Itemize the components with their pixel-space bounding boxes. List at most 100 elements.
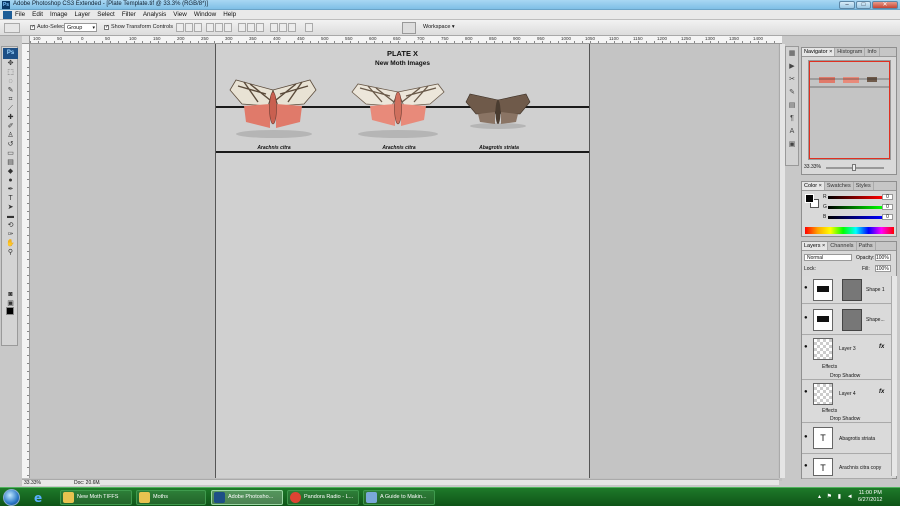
channel-g-value[interactable]: 0 (882, 204, 893, 210)
drop-shadow-label[interactable]: Drop Shadow (830, 373, 860, 379)
workspace-menu[interactable]: Workspace ▾ (423, 24, 455, 30)
auto-select-checkbox[interactable] (30, 24, 35, 30)
close-button[interactable]: ✕ (872, 1, 898, 9)
layer-row[interactable]: ● T Arachnis citra copy (802, 455, 892, 479)
taskbar-item[interactable]: A Guide to Makin... (363, 490, 435, 505)
internet-explorer-icon[interactable]: e (30, 490, 48, 505)
horizontal-ruler[interactable] (30, 36, 782, 44)
path-select-tool-icon[interactable]: ➤ (4, 204, 17, 212)
taskbar-item[interactable]: Moths (136, 490, 206, 505)
vertical-ruler[interactable] (22, 44, 30, 478)
distribute-vcenter-icon[interactable] (247, 23, 255, 32)
history-brush-icon[interactable]: ↺ (4, 141, 17, 149)
visibility-eye-icon[interactable]: ● (804, 463, 808, 469)
foreground-color-swatch[interactable] (6, 307, 14, 315)
tab-channels[interactable]: Channels (828, 242, 857, 250)
visibility-eye-icon[interactable]: ● (804, 389, 808, 395)
tab-layers[interactable]: Layers × (802, 242, 829, 250)
menu-image[interactable]: Image (50, 11, 68, 18)
moth-image-1[interactable] (228, 76, 318, 138)
layer-row[interactable]: ● T Abagrotis striata (802, 424, 892, 454)
show-transform-checkbox[interactable] (104, 24, 109, 30)
document-canvas[interactable]: PLATE X New Moth Images Arachnis citra A… (215, 44, 590, 478)
layer-row[interactable]: ● Shape... (802, 305, 892, 335)
align-bottom-icon[interactable] (194, 23, 202, 32)
channel-b-slider[interactable] (828, 216, 882, 219)
start-button[interactable] (3, 489, 20, 506)
shape-tool-icon[interactable]: ▬ (4, 213, 17, 221)
gradient-tool-icon[interactable]: ▤ (4, 159, 17, 167)
layer-effects-icon[interactable]: fx (879, 344, 884, 350)
layer-row[interactable]: ● Layer 4 fx Effects Drop Shadow (802, 381, 892, 423)
clone-stamp-icon[interactable]: ♙ (4, 132, 17, 140)
move-tool-preset-icon[interactable] (4, 23, 20, 33)
tab-histogram[interactable]: Histogram (835, 48, 866, 56)
align-hcenter-icon[interactable] (215, 23, 223, 32)
healing-brush-icon[interactable]: ✚ (4, 114, 17, 122)
navigator-view-box[interactable] (809, 61, 890, 159)
menu-edit[interactable]: Edit (32, 11, 43, 18)
actions-panel-icon[interactable]: ▶ (787, 62, 797, 71)
drop-shadow-label[interactable]: Drop Shadow (830, 416, 860, 422)
distribute-hcenter-icon[interactable] (279, 23, 287, 32)
menu-file[interactable]: File (15, 11, 25, 18)
menu-layer[interactable]: Layer (75, 11, 91, 18)
channel-r-value[interactable]: 0 (882, 194, 893, 200)
taskbar-item[interactable]: New Moth TIFFS (60, 490, 132, 505)
clone-source-icon[interactable]: ▤ (787, 101, 797, 110)
align-top-icon[interactable] (176, 23, 184, 32)
color-spectrum-ramp[interactable] (805, 227, 894, 234)
dodge-tool-icon[interactable]: ● (4, 177, 17, 185)
color-foreground-swatch[interactable] (805, 194, 814, 203)
auto-select-dropdown[interactable]: Group (64, 23, 97, 32)
menu-window[interactable]: Window (194, 11, 216, 18)
slice-tool-icon[interactable]: ⟋ (4, 105, 17, 113)
layer-effects-icon[interactable]: fx (879, 389, 884, 395)
eraser-tool-icon[interactable]: ▭ (4, 150, 17, 158)
tab-color[interactable]: Color × (802, 182, 825, 190)
navigator-preview[interactable] (808, 60, 891, 160)
brush-tool-icon[interactable]: ✐ (4, 123, 17, 131)
navigator-zoom-field[interactable]: 33.33% (804, 164, 821, 170)
ruler-origin[interactable] (22, 36, 30, 44)
crop-tool-icon[interactable]: ⌗ (4, 96, 17, 104)
quick-mask-icon[interactable]: ◙ (4, 291, 17, 299)
lasso-tool-icon[interactable]: ◌ (4, 78, 17, 86)
hand-tool-icon[interactable]: ✋ (4, 240, 17, 248)
blend-mode-select[interactable]: Normal (804, 254, 852, 261)
layer-row[interactable]: ● Layer 3 fx Effects Drop Shadow (802, 336, 892, 380)
go-to-bridge-button[interactable] (402, 22, 416, 34)
tool-presets-icon[interactable]: ✂ (787, 75, 797, 84)
menu-view[interactable]: View (173, 11, 187, 18)
taskbar-clock[interactable]: 11:00 PM 6/27/2012 (858, 490, 882, 504)
fill-field[interactable]: 100% (875, 265, 891, 272)
menu-help[interactable]: Help (223, 11, 236, 18)
menu-analysis[interactable]: Analysis (143, 11, 166, 18)
channel-g-slider[interactable] (828, 206, 882, 209)
type-tool-icon[interactable]: T (4, 195, 17, 203)
menu-filter[interactable]: Filter (122, 11, 136, 18)
navigator-zoom-handle[interactable] (852, 164, 856, 171)
blur-tool-icon[interactable]: ◆ (4, 168, 17, 176)
status-zoom-level[interactable]: 33.33% (24, 480, 41, 486)
moth-image-3[interactable] (464, 92, 532, 130)
zoom-tool-icon[interactable]: ⚲ (4, 249, 17, 257)
tab-paths[interactable]: Paths (857, 242, 876, 250)
history-panel-icon[interactable]: ▦ (787, 49, 797, 58)
channel-r-slider[interactable] (828, 196, 882, 199)
character-panel-icon[interactable]: A (787, 127, 797, 136)
taskbar-item[interactable]: Pandora Radio - L... (287, 490, 359, 505)
distribute-top-icon[interactable] (238, 23, 246, 32)
visibility-eye-icon[interactable]: ● (804, 315, 808, 321)
pen-tool-icon[interactable]: ✒ (4, 186, 17, 194)
distribute-right-icon[interactable] (288, 23, 296, 32)
align-right-icon[interactable] (224, 23, 232, 32)
menu-select[interactable]: Select (97, 11, 115, 18)
canvas-horizontal-scrollbar[interactable] (100, 479, 779, 485)
align-vcenter-icon[interactable] (185, 23, 193, 32)
visibility-eye-icon[interactable]: ● (804, 285, 808, 291)
align-left-icon[interactable] (206, 23, 214, 32)
tab-navigator[interactable]: Navigator × (802, 48, 836, 56)
eyedropper-tool-icon[interactable]: ✑ (4, 231, 17, 239)
system-tray[interactable]: ▴ ⚑ ▮ ◄ (818, 493, 855, 500)
